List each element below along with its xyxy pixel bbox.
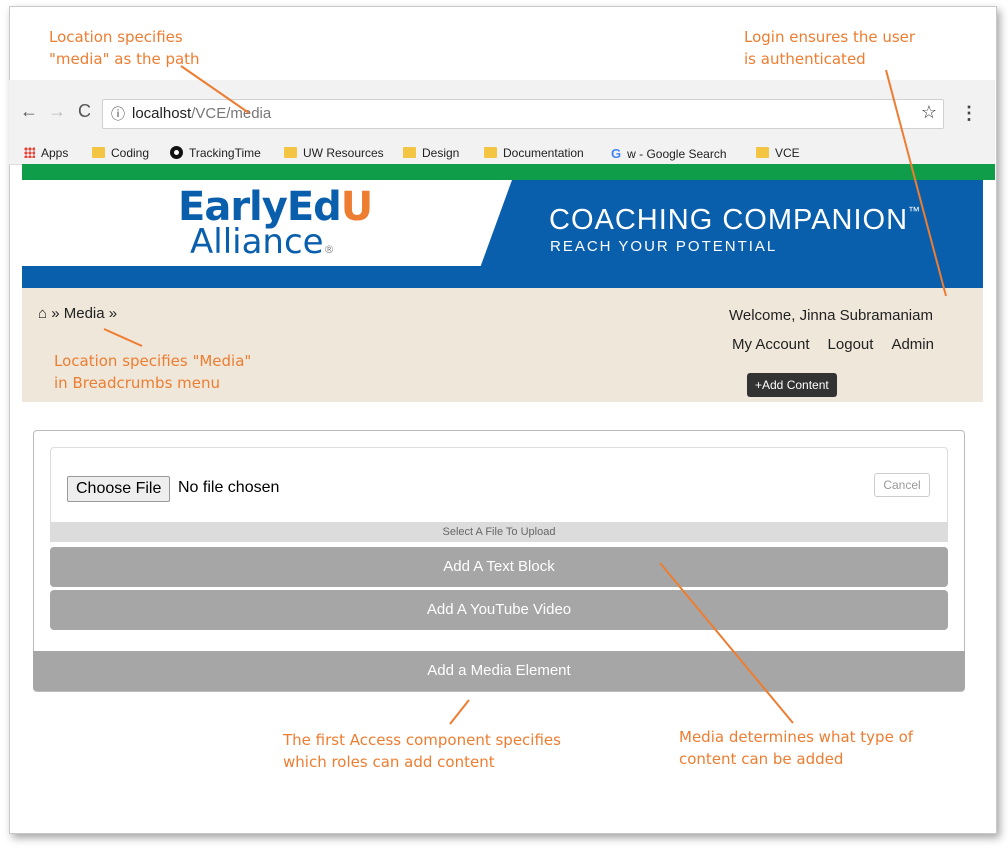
- folder-icon: [92, 147, 105, 158]
- bookmark-documentation[interactable]: Documentation: [484, 146, 584, 160]
- annotation-login: Login ensures the user is authenticated: [744, 26, 915, 70]
- annotation-text: in Breadcrumbs menu: [54, 374, 221, 392]
- google-icon: G: [611, 146, 622, 161]
- annotation-text: content can be added: [679, 750, 844, 768]
- info-icon[interactable]: ⓘ: [111, 104, 125, 124]
- bookmark-trackingtime[interactable]: TrackingTime: [170, 146, 261, 160]
- no-file-chosen-label: No file chosen: [178, 479, 280, 496]
- annotation-breadcrumb: Location specifies "Media" in Breadcrumb…: [54, 350, 251, 394]
- annotation-text: The first Access component specifies: [283, 731, 561, 749]
- folder-icon: [403, 147, 416, 158]
- folder-icon: [284, 147, 297, 158]
- annotation-text: is authenticated: [744, 50, 866, 68]
- trackingtime-icon: [170, 146, 183, 159]
- home-icon[interactable]: ⌂: [38, 305, 47, 322]
- reload-icon[interactable]: C: [78, 101, 91, 122]
- bookmark-label: w - Google Search: [627, 147, 727, 161]
- add-text-block-button[interactable]: Add A Text Block: [50, 547, 948, 587]
- add-content-button[interactable]: +Add Content: [747, 373, 837, 397]
- add-youtube-video-button[interactable]: Add A YouTube Video: [50, 590, 948, 630]
- bookmark-label: Documentation: [503, 146, 584, 160]
- annotation-text: Login ensures the user: [744, 28, 916, 46]
- cancel-button[interactable]: Cancel: [874, 473, 930, 497]
- bookmark-design[interactable]: Design: [403, 146, 459, 160]
- url-host: localhost: [132, 105, 192, 122]
- browser-menu-icon[interactable]: ⋮: [960, 103, 978, 124]
- breadcrumb-media[interactable]: Media: [64, 305, 105, 322]
- url-text: localhost/VCE/media: [132, 105, 271, 122]
- url-path: /VCE/media: [191, 105, 272, 122]
- bookmark-vce[interactable]: VCE: [756, 146, 800, 160]
- choose-file-button[interactable]: Choose File: [67, 476, 171, 502]
- annotation-text: "media" as the path: [49, 50, 200, 68]
- annotation-text: which roles can add content: [283, 753, 495, 771]
- logo-u: U: [340, 184, 374, 230]
- annotation-text: Location specifies: [49, 28, 183, 46]
- bookmark-label: VCE: [775, 146, 800, 160]
- breadcrumb: ⌂ » Media »: [38, 305, 117, 322]
- bookmark-google-search[interactable]: Gw - Google Search: [611, 146, 727, 161]
- trademark-mark: ™: [908, 204, 922, 218]
- admin-link[interactable]: Admin: [891, 336, 934, 353]
- my-account-link[interactable]: My Account: [732, 336, 810, 353]
- site-banner: EarlyEdU Alliance® COACHING COMPANION™ R…: [22, 180, 983, 288]
- bookmark-label: Design: [422, 146, 460, 160]
- bookmark-star-icon[interactable]: ☆: [921, 102, 937, 123]
- annotation-location-path: Location specifies "media" as the path: [49, 26, 200, 70]
- forward-arrow-icon[interactable]: →: [48, 101, 66, 122]
- logout-link[interactable]: Logout: [828, 336, 874, 353]
- folder-icon: [484, 147, 497, 158]
- site-title-text: COACHING COMPANION: [549, 204, 909, 236]
- bookmark-label: Apps: [41, 146, 69, 160]
- annotation-access: The first Access component specifies whi…: [283, 729, 561, 773]
- bookmark-uw-resources[interactable]: UW Resources: [284, 146, 384, 160]
- site-title: COACHING COMPANION™: [549, 204, 921, 237]
- breadcrumb-separator: »: [108, 305, 118, 322]
- annotation-media-type: Media determines what type of content ca…: [679, 726, 913, 770]
- select-file-hint: Select A File To Upload: [50, 522, 948, 542]
- logo-alliance: Alliance®: [190, 222, 335, 262]
- add-media-element-button[interactable]: Add a Media Element: [33, 651, 965, 691]
- site-top-bar: [22, 164, 995, 180]
- browser-tab-strip: [9, 80, 995, 92]
- user-links: My Account Logout Admin: [732, 336, 934, 353]
- registered-mark: ®: [323, 243, 335, 256]
- site-subtitle: REACH YOUR POTENTIAL: [550, 238, 778, 255]
- annotation-text: Media determines what type of: [679, 728, 914, 746]
- welcome-text: Welcome, Jinna Subramaniam: [729, 307, 933, 324]
- address-bar[interactable]: ⓘ localhost/VCE/media ☆: [102, 99, 944, 129]
- folder-icon: [756, 147, 769, 158]
- bookmark-coding[interactable]: Coding: [92, 146, 149, 160]
- annotation-text: Location specifies "Media": [54, 352, 252, 370]
- logo-text: Alliance: [190, 222, 324, 262]
- bookmark-label: TrackingTime: [189, 146, 261, 160]
- bookmark-label: Coding: [111, 146, 150, 160]
- apps-grid-icon: [24, 147, 35, 158]
- back-arrow-icon[interactable]: ←: [20, 101, 38, 122]
- breadcrumb-separator: »: [51, 305, 60, 322]
- bookmark-label: UW Resources: [303, 146, 384, 160]
- bookmark-apps[interactable]: Apps: [24, 146, 68, 160]
